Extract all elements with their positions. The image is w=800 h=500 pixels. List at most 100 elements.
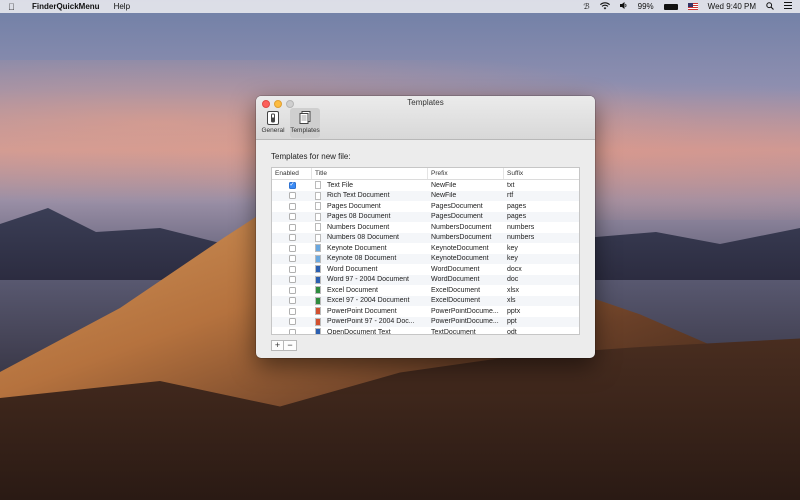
prefix-cell[interactable]: NewFile [428, 192, 504, 199]
table-row[interactable]: Excel 97 - 2004 Document ExcelDocument xls [272, 295, 579, 306]
table-row[interactable]: Numbers 08 Document NumbersDocument number… [272, 232, 579, 243]
prefix-cell[interactable]: NewFile [428, 182, 504, 189]
title-cell[interactable]: Text File [312, 181, 428, 190]
enabled-checkbox[interactable] [288, 202, 296, 210]
menu-clock[interactable]: Wed 9:40 PM [708, 2, 756, 11]
title-cell[interactable]: PowerPoint Document [312, 307, 428, 316]
enabled-checkbox[interactable] [288, 255, 296, 263]
enabled-checkbox[interactable] [288, 265, 296, 273]
enabled-checkbox[interactable] [288, 223, 296, 231]
suffix-cell[interactable]: docx [504, 266, 579, 273]
table-row[interactable]: Numbers Document NumbersDocument numbers [272, 222, 579, 233]
wifi-icon[interactable] [599, 1, 610, 12]
tab-templates[interactable]: Templates [290, 108, 320, 138]
enabled-checkbox[interactable] [288, 318, 296, 326]
column-header-enabled[interactable]: Enabled [272, 168, 312, 179]
prefix-cell[interactable]: PagesDocument [428, 203, 504, 210]
table-row[interactable]: Word 97 - 2004 Document WordDocument doc [272, 274, 579, 285]
menu-app-name[interactable]: FinderQuickMenu [32, 2, 100, 11]
title-cell[interactable]: Excel 97 - 2004 Document [312, 296, 428, 305]
enabled-checkbox[interactable] [288, 307, 296, 315]
volume-icon[interactable] [619, 2, 628, 11]
title-cell[interactable]: Keynote Document [312, 244, 428, 253]
file-type-icon [315, 202, 321, 211]
add-template-button[interactable]: + [271, 340, 284, 351]
title-cell[interactable]: Numbers 08 Document [312, 233, 428, 242]
table-row[interactable]: Word Document WordDocument docx [272, 264, 579, 275]
suffix-cell[interactable]: odt [504, 329, 579, 334]
prefix-cell[interactable]: KeynoteDocument [428, 255, 504, 262]
templates-table[interactable]: Enabled Title Prefix Suffix ✓ Text File Ne… [271, 167, 580, 335]
enabled-checkbox[interactable] [288, 297, 296, 305]
suffix-cell[interactable]: pptx [504, 308, 579, 315]
prefix-cell[interactable]: PowerPointDocume... [428, 318, 504, 325]
battery-icon[interactable] [663, 3, 678, 10]
prefix-cell[interactable]: NumbersDocument [428, 224, 504, 231]
title-cell[interactable]: OpenDocument Text [312, 328, 428, 334]
enabled-checkbox[interactable] [288, 328, 296, 334]
suffix-cell[interactable]: pages [504, 203, 579, 210]
suffix-cell[interactable]: txt [504, 182, 579, 189]
table-row[interactable]: OpenDocument Text TextDocument odt [272, 327, 579, 334]
tab-general[interactable]: General [258, 108, 288, 138]
enabled-checkbox[interactable] [288, 244, 296, 252]
enabled-checkbox[interactable] [288, 192, 296, 200]
column-header-suffix[interactable]: Suffix [504, 168, 579, 179]
prefix-cell[interactable]: ExcelDocument [428, 297, 504, 304]
table-row[interactable]: Pages 08 Document PagesDocument pages [272, 211, 579, 222]
suffix-cell[interactable]: key [504, 255, 579, 262]
title-cell[interactable]: Excel Document [312, 286, 428, 295]
suffix-cell[interactable]: ppt [504, 318, 579, 325]
suffix-cell[interactable]: key [504, 245, 579, 252]
enabled-checkbox[interactable] [288, 213, 296, 221]
prefix-cell[interactable]: TextDocument [428, 329, 504, 334]
suffix-cell[interactable]: numbers [504, 224, 579, 231]
suffix-cell[interactable]: rtf [504, 192, 579, 199]
title-cell[interactable]: Pages 08 Document [312, 212, 428, 221]
prefix-cell[interactable]: NumbersDocument [428, 234, 504, 241]
template-title: Numbers 08 Document [327, 234, 399, 242]
prefix-cell[interactable]: PowerPointDocume... [428, 308, 504, 315]
spotlight-search-icon[interactable] [766, 1, 774, 12]
table-row[interactable]: Keynote Document KeynoteDocument key [272, 243, 579, 254]
remove-template-button[interactable]: − [284, 340, 297, 351]
title-cell[interactable]: Numbers Document [312, 223, 428, 232]
title-cell[interactable]: Rich Text Document [312, 191, 428, 200]
enabled-checkbox[interactable] [288, 286, 296, 294]
title-cell[interactable]: PowerPoint 97 - 2004 Doc... [312, 317, 428, 326]
tab-general-label: General [261, 127, 285, 134]
prefix-cell[interactable]: ExcelDocument [428, 287, 504, 294]
table-row[interactable]: PowerPoint Document PowerPointDocume... pp… [272, 306, 579, 317]
table-row[interactable]: Rich Text Document NewFile rtf [272, 190, 579, 201]
enabled-cell [272, 192, 312, 200]
enabled-checkbox[interactable] [288, 276, 296, 284]
enabled-checkbox[interactable] [288, 234, 296, 242]
file-type-icon [315, 328, 321, 334]
title-cell[interactable]: Word 97 - 2004 Document [312, 275, 428, 284]
prefix-cell[interactable]: KeynoteDocument [428, 245, 504, 252]
table-row[interactable]: Keynote 08 Document KeynoteDocument key [272, 253, 579, 264]
column-header-prefix[interactable]: Prefix [428, 168, 504, 179]
input-source-flag-icon[interactable] [687, 3, 698, 10]
suffix-cell[interactable]: xls [504, 297, 579, 304]
title-cell[interactable]: Keynote 08 Document [312, 254, 428, 263]
prefix-cell[interactable]: WordDocument [428, 266, 504, 273]
suffix-cell[interactable]: pages [504, 213, 579, 220]
suffix-cell[interactable]: numbers [504, 234, 579, 241]
enabled-checkbox[interactable]: ✓ [288, 181, 296, 189]
menu-help[interactable]: Help [114, 2, 130, 11]
apple-icon[interactable]:  [8, 2, 22, 12]
table-row[interactable]: Pages Document PagesDocument pages [272, 201, 579, 212]
table-row[interactable]: ✓ Text File NewFile txt [272, 180, 579, 191]
table-row[interactable]: Excel Document ExcelDocument xlsx [272, 285, 579, 296]
prefix-cell[interactable]: PagesDocument [428, 213, 504, 220]
suffix-cell[interactable]: doc [504, 276, 579, 283]
bluetooth-icon[interactable]: ℬ [583, 2, 589, 11]
notification-center-icon[interactable] [784, 2, 792, 11]
column-header-title[interactable]: Title [312, 168, 428, 179]
table-row[interactable]: PowerPoint 97 - 2004 Doc... PowerPointDoc… [272, 316, 579, 327]
suffix-cell[interactable]: xlsx [504, 287, 579, 294]
title-cell[interactable]: Word Document [312, 265, 428, 274]
title-cell[interactable]: Pages Document [312, 202, 428, 211]
prefix-cell[interactable]: WordDocument [428, 276, 504, 283]
